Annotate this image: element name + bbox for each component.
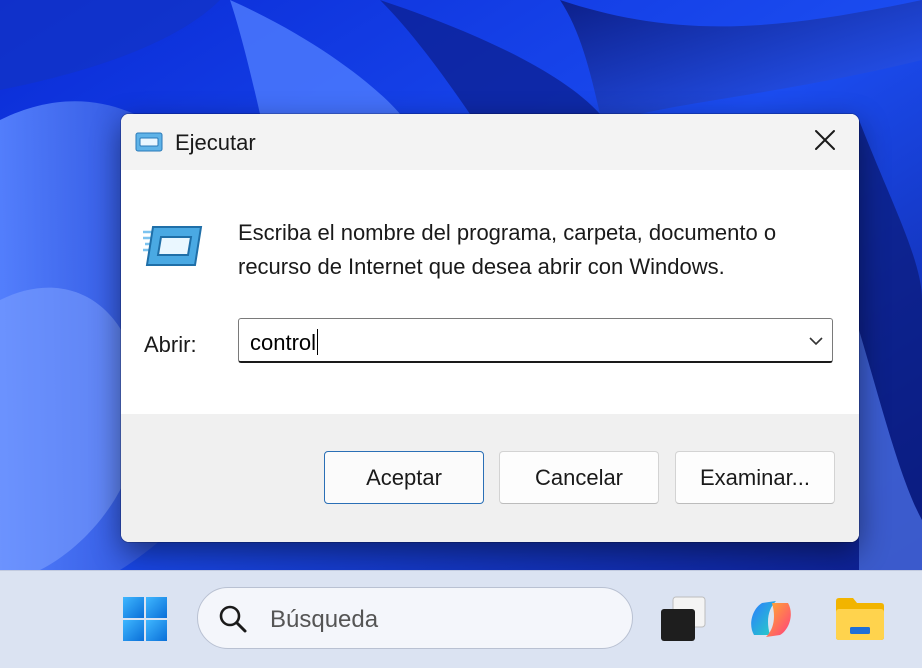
dialog-footer: Aceptar Cancelar Examinar... xyxy=(121,414,859,542)
cancel-button[interactable]: Cancelar xyxy=(499,451,659,504)
chevron-down-icon[interactable] xyxy=(808,333,824,354)
copilot-icon[interactable] xyxy=(746,595,796,648)
open-input[interactable]: control xyxy=(250,329,319,356)
taskbar-search[interactable]: Búsqueda xyxy=(197,587,633,649)
close-icon xyxy=(814,129,836,156)
description-line: Escriba el nombre del programa, carpeta,… xyxy=(238,220,777,245)
dialog-title: Ejecutar xyxy=(175,130,256,155)
run-dialog: Ejecutar Escriba el nombre del programa,… xyxy=(121,114,859,542)
text-caret xyxy=(317,329,319,355)
taskbar: Búsqueda xyxy=(0,570,922,668)
run-description: Escriba el nombre del programa, carpeta,… xyxy=(238,216,848,284)
open-combobox[interactable]: control xyxy=(238,318,833,363)
description-line: recurso de Internet que desea abrir con … xyxy=(238,254,725,279)
browse-button[interactable]: Examinar... xyxy=(675,451,835,504)
open-input-value: control xyxy=(250,330,317,355)
dialog-titlebar[interactable]: Ejecutar xyxy=(121,114,859,170)
dialog-content: Escriba el nombre del programa, carpeta,… xyxy=(121,170,859,414)
run-icon xyxy=(143,224,205,273)
search-placeholder: Búsqueda xyxy=(270,606,379,633)
open-label: Abrir: xyxy=(144,332,197,357)
task-view-icon[interactable] xyxy=(659,595,709,648)
search-icon xyxy=(218,604,248,639)
windows-start-icon[interactable] xyxy=(121,595,169,643)
ok-button[interactable]: Aceptar xyxy=(324,451,484,504)
close-button[interactable] xyxy=(791,114,859,170)
file-explorer-icon[interactable] xyxy=(835,597,885,646)
run-icon xyxy=(135,132,163,157)
